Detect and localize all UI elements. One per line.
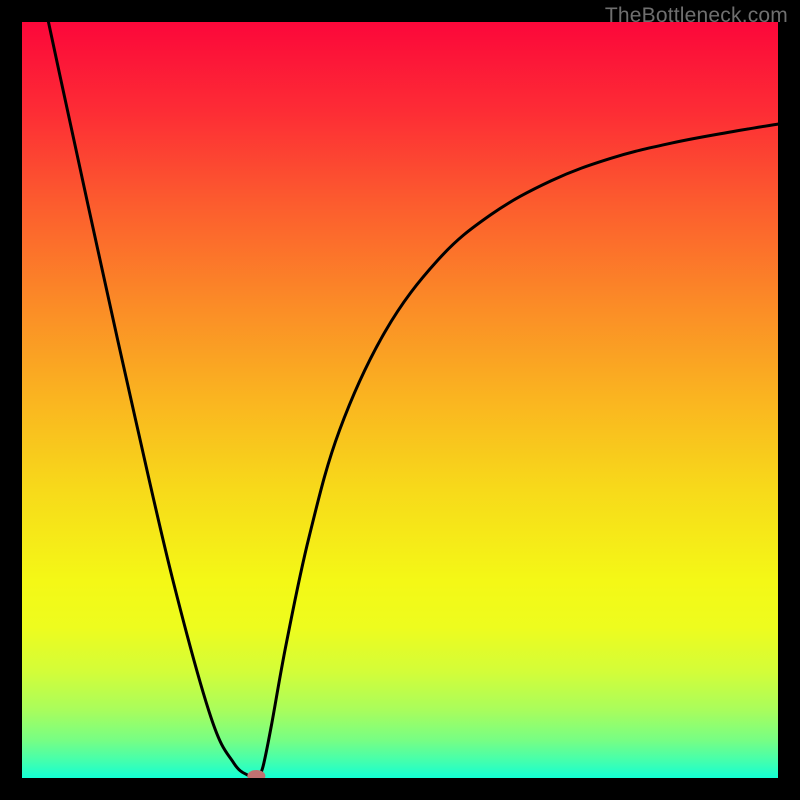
chart-frame: TheBottleneck.com [0, 0, 800, 800]
bottleneck-chart [22, 22, 778, 778]
gradient-background [22, 22, 778, 778]
plot-area [22, 22, 778, 778]
watermark-text: TheBottleneck.com [605, 4, 788, 28]
